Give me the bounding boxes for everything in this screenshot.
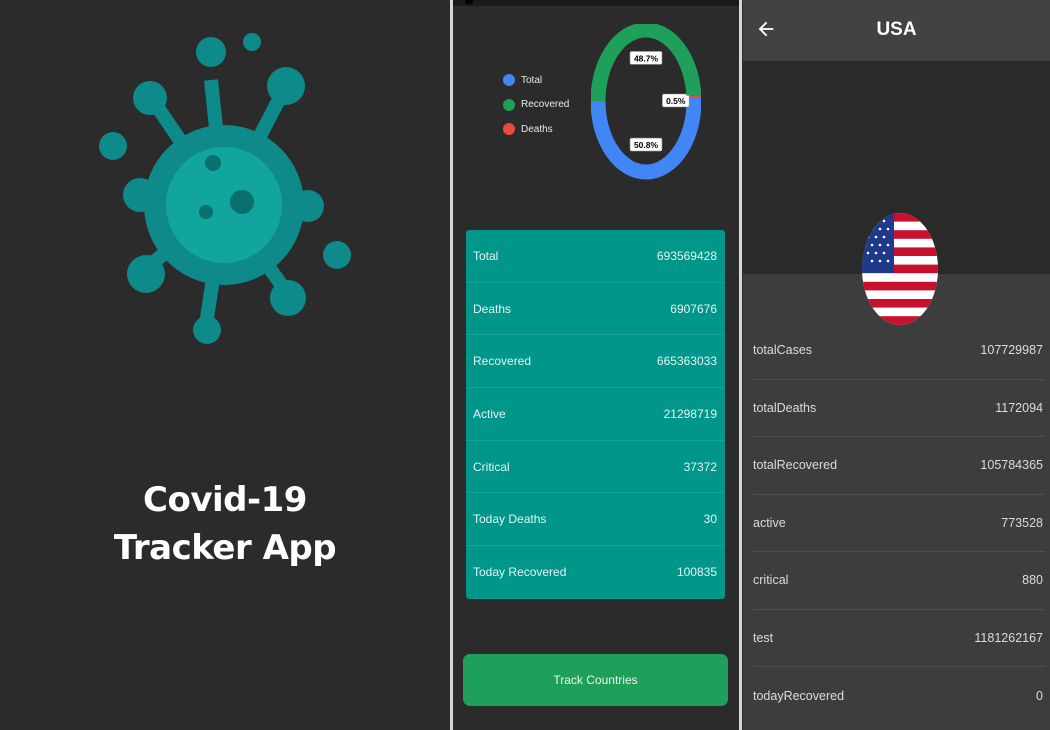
- chart-legend: Total Recovered Deaths: [503, 68, 569, 142]
- donut-slice-total: [590, 97, 702, 180]
- row-value: 773528: [1001, 515, 1043, 530]
- stat-label: Recovered: [473, 354, 532, 369]
- stat-value: 100835: [676, 565, 717, 580]
- row-label: totalCases: [753, 343, 813, 358]
- stat-label: Active: [473, 406, 506, 421]
- row-value: 1172094: [995, 400, 1043, 415]
- home-screen: Total Recovered Deaths 50.8% 0.5% 48.7% To…: [453, 0, 739, 730]
- row-label: active: [753, 515, 786, 530]
- row-value: 107729987: [980, 343, 1043, 358]
- stat-label: Today Recovered: [473, 565, 567, 580]
- stat-row-total: Total 693569428: [466, 230, 725, 283]
- stat-label: Critical: [473, 459, 510, 474]
- legend-item-total: Total: [503, 68, 569, 93]
- donut-label-text: 50.8%: [634, 140, 659, 150]
- legend-item-deaths: Deaths: [503, 117, 569, 142]
- row-label: totalDeaths: [753, 400, 817, 415]
- legend-label: Recovered: [521, 99, 570, 111]
- stat-row-deaths: Deaths 6907676: [466, 283, 725, 336]
- app-bar: USA: [743, 0, 1050, 61]
- stat-value: 6907676: [670, 301, 717, 316]
- row-label: totalRecovered: [753, 458, 838, 473]
- donut-chart: 50.8% 0.5% 48.7%: [590, 22, 702, 182]
- row-value: 1181262167: [974, 630, 1043, 645]
- page-title: USA: [876, 19, 917, 40]
- stats-card: Total 693569428 Deaths 6907676 Recovered…: [466, 230, 725, 599]
- legend-dot: [503, 98, 515, 111]
- stat-label: Total: [473, 248, 499, 263]
- stat-row-today-recovered: Today Recovered 100835: [466, 546, 725, 599]
- row-label: critical: [753, 573, 789, 588]
- status-bar: [453, 0, 739, 6]
- screen-divider: [739, 0, 742, 730]
- list-item: totalDeaths 1172094: [753, 380, 1045, 437]
- donut-slice-recovered: [590, 22, 702, 102]
- list-item: active 773528: [753, 495, 1045, 552]
- legend-label: Total: [521, 74, 543, 86]
- row-label: test: [753, 630, 774, 645]
- stat-value: 21298719: [663, 406, 717, 421]
- legend-dot: [503, 74, 515, 87]
- row-value: 880: [1022, 573, 1043, 588]
- country-detail-screen: USA totalCases 107729987 totalDeaths 117…: [743, 0, 1050, 730]
- donut-label-deaths: 0.5%: [662, 93, 690, 108]
- country-stats-list: totalCases 107729987 totalDeaths 1172094…: [743, 274, 1050, 730]
- list-item: todayRecovered 0: [753, 667, 1045, 725]
- app-title: Covid-19 Tracker App: [0, 476, 450, 572]
- stat-row-today-deaths: Today Deaths 30: [466, 493, 725, 547]
- donut-label-total: 50.8%: [629, 137, 663, 152]
- legend-dot: [503, 123, 515, 136]
- stat-label: Today Deaths: [473, 512, 547, 527]
- list-item: totalRecovered 105784365: [753, 437, 1045, 495]
- list-item: totalCases 107729987: [753, 322, 1045, 380]
- stat-row-critical: Critical 37372: [466, 441, 725, 494]
- camera-notch: [465, 0, 473, 4]
- row-value: 0: [1036, 688, 1043, 703]
- donut-label-text: 48.7%: [634, 53, 659, 63]
- stat-value: 37372: [683, 459, 717, 474]
- stat-row-recovered: Recovered 665363033: [466, 335, 725, 389]
- stat-value: 665363033: [656, 354, 717, 369]
- virus-logo-icon: [99, 33, 351, 344]
- legend-item-recovered: Recovered: [503, 93, 569, 118]
- stat-label: Deaths: [473, 301, 512, 316]
- list-item: test 1181262167: [753, 610, 1045, 667]
- donut-label-recovered: 48.7%: [629, 51, 663, 65]
- row-label: todayRecovered: [753, 688, 845, 703]
- track-countries-button[interactable]: Track Countries: [463, 654, 728, 706]
- row-value: 105784365: [980, 458, 1043, 473]
- app-title-line2: Tracker App: [113, 528, 337, 568]
- app-title-line1: Covid-19: [143, 480, 307, 520]
- usa-flag-icon: [862, 213, 938, 325]
- stat-value: 693569428: [656, 248, 717, 263]
- splash-screen: Covid-19 Tracker App: [0, 0, 450, 730]
- donut-label-text: 0.5%: [666, 96, 686, 106]
- stat-row-active: Active 21298719: [466, 388, 725, 441]
- list-item: critical 880: [753, 552, 1045, 610]
- legend-label: Deaths: [521, 123, 553, 135]
- stat-value: 30: [703, 512, 717, 527]
- donut-chart-svg: 50.8% 0.5% 48.7%: [590, 22, 702, 180]
